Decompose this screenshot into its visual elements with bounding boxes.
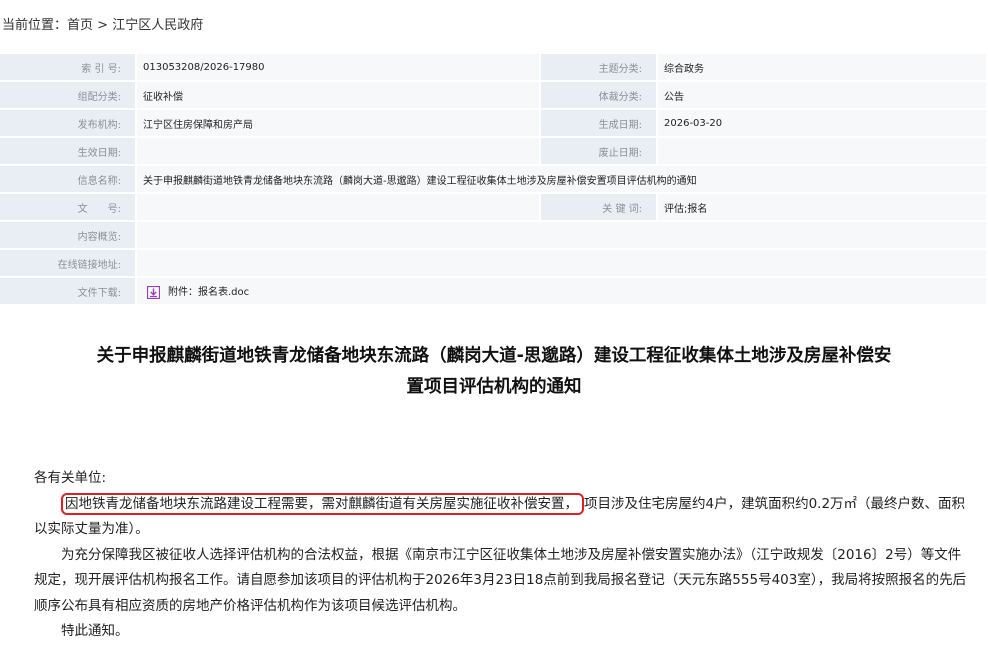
index-label: 索 引 号: [0, 54, 137, 80]
highlighted-text: 因地铁青龙储备地块东流路建设工程需要，需对麒麟街道有关房屋实施征收补偿安置， [61, 492, 584, 515]
summary-label: 内容概览: [0, 222, 137, 248]
index-value: 013053208/2026-17980 [137, 54, 541, 80]
online-link-label: 在线链接地址: [0, 250, 137, 276]
repeal-date-label: 废止日期: [541, 138, 658, 164]
info-name-value: 关于申报麒麟街道地铁青龙储备地块东流路（麟岗大道-思邈路）建设工程征收集体土地涉… [137, 166, 988, 192]
theme-label: 主题分类: [541, 54, 658, 80]
keywords-label: 关 键 词: [541, 194, 658, 220]
online-link-value [137, 250, 988, 276]
repeal-date-value [658, 138, 988, 164]
metadata-table: 索 引 号: 013053208/2026-17980 主题分类: 综合政务 组… [0, 52, 988, 306]
salutation: 各有关单位: [34, 470, 107, 486]
article-title-line-1: 关于申报麒麟街道地铁青龙储备地块东流路（麟岗大道-思邈路）建设工程征收集体土地涉… [96, 346, 892, 366]
meta-row: 组配分类: 征收补偿 体裁分类: 公告 [0, 82, 988, 108]
publisher-value: 江宁区住房保障和房产局 [137, 110, 541, 136]
article-body: 各有关单位: 因地铁青龙储备地块东流路建设工程需要，需对麒麟街道有关房屋实施征收… [34, 466, 968, 645]
org-category-label: 组配分类: [0, 82, 137, 108]
doc-number-value [137, 194, 541, 220]
meta-row: 索 引 号: 013053208/2026-17980 主题分类: 综合政务 [0, 54, 988, 80]
meta-row: 文 号: 关 键 词: 评估;报名 [0, 194, 988, 220]
breadcrumb-current-link[interactable]: 江宁区人民政府 [112, 18, 203, 33]
created-date-value: 2026-03-20 [658, 110, 988, 136]
file-download-cell: 附件：报名表.doc [137, 278, 988, 304]
doc-number-label: 文 号: [0, 194, 137, 220]
effective-date-value [137, 138, 541, 164]
effective-date-label: 生效日期: [0, 138, 137, 164]
theme-value: 综合政务 [658, 54, 988, 80]
download-icon[interactable] [146, 285, 161, 299]
meta-row: 生效日期: 废止日期: [0, 138, 988, 164]
meta-row: 内容概览: [0, 222, 988, 248]
file-download-label: 文件下载: [0, 278, 137, 304]
meta-row: 在线链接地址: [0, 250, 988, 276]
article-title: 关于申报麒麟街道地铁青龙储备地块东流路（麟岗大道-思邈路）建设工程征收集体土地涉… [40, 341, 948, 403]
org-category-value: 征收补偿 [137, 82, 541, 108]
info-name-label: 信息名称: [0, 166, 137, 192]
paragraph-1: 因地铁青龙储备地块东流路建设工程需要，需对麒麟街道有关房屋实施征收补偿安置， 项目… [34, 492, 968, 543]
paragraph-3: 特此通知。 [61, 623, 129, 639]
meta-row: 发布机构: 江宁区住房保障和房产局 生成日期: 2026-03-20 [0, 110, 988, 136]
genre-value: 公告 [658, 82, 988, 108]
meta-row: 信息名称: 关于申报麒麟街道地铁青龙储备地块东流路（麟岗大道-思邈路）建设工程征… [0, 166, 988, 192]
created-date-label: 生成日期: [541, 110, 658, 136]
genre-label: 体裁分类: [541, 82, 658, 108]
meta-row: 文件下载: 附件：报名表.doc [0, 278, 988, 304]
attachment-link[interactable]: 附件：报名表.doc [168, 287, 249, 298]
breadcrumb: 当前位置：首页 > 江宁区人民政府 [2, 14, 203, 33]
article-title-line-2: 置项目评估机构的通知 [406, 377, 582, 397]
keywords-value: 评估;报名 [658, 194, 988, 220]
breadcrumb-home-link[interactable]: 首页 [67, 18, 93, 33]
summary-value [137, 222, 988, 248]
breadcrumb-separator: > [93, 18, 113, 33]
paragraph-2: 为充分保障我区被征收人选择评估机构的合法权益，根据《南京市江宁区征收集体土地涉及… [34, 546, 967, 614]
publisher-label: 发布机构: [0, 110, 137, 136]
breadcrumb-prefix: 当前位置： [2, 18, 68, 33]
